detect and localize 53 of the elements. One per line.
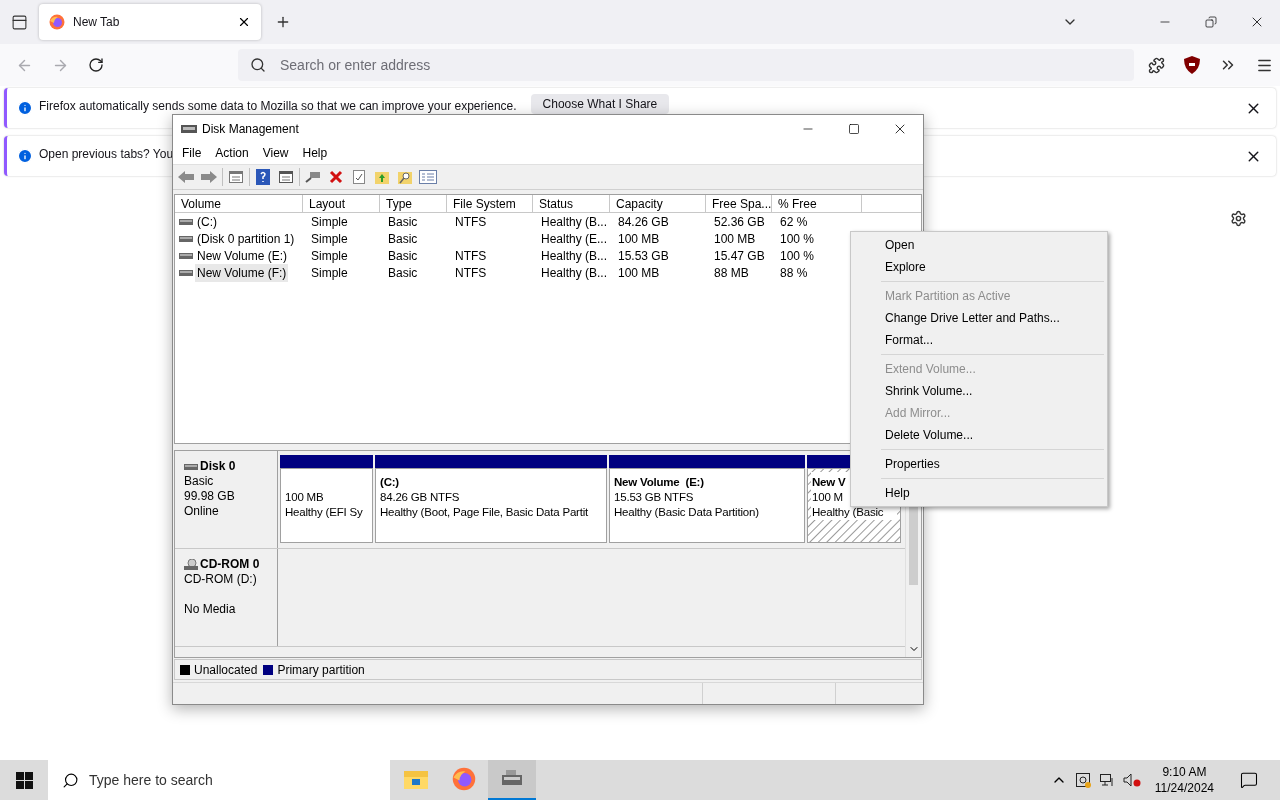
table-cell-text: Basic: [387, 230, 419, 248]
legend-label: Primary partition: [277, 661, 365, 679]
partition-size: 15.53 GB NTFS: [614, 490, 695, 506]
table-cell-text: NTFS: [454, 247, 488, 265]
table-cell-text: 100 MB: [617, 264, 661, 282]
disk-type: CD-ROM (D:): [184, 572, 258, 588]
table-cell-text: 15.47 GB: [713, 247, 766, 265]
table-cell-text: Basic: [387, 264, 419, 282]
disk-status: Online: [184, 504, 220, 520]
table-cell-text: 15.53 GB: [617, 247, 670, 265]
partition-status: Healthy (EFI Sy: [285, 505, 364, 521]
partition-label: New V: [812, 475, 847, 491]
table-cell-text: New Volume (E:): [196, 247, 289, 265]
table-cell-text: Simple: [310, 247, 349, 265]
table-cell-text: Simple: [310, 264, 349, 282]
table-cell-text: 62 %: [779, 213, 809, 231]
partition-size: 100 MB: [285, 490, 325, 506]
table-cell-text: NTFS: [454, 213, 488, 231]
disk-status: No Media: [184, 602, 237, 618]
table-cell-text: 100 MB: [617, 230, 661, 248]
disk-size: 99.98 GB: [184, 489, 236, 505]
table-cell-text: Simple: [310, 230, 349, 248]
disk-name: CD-ROM 0: [200, 557, 260, 573]
notification-text: Firefox automatically sends some data to Mozilla so that we can improve your experience.: [39, 99, 517, 113]
partition-label: (C:): [380, 475, 400, 491]
partition-size: 84.26 GB NTFS: [380, 490, 461, 506]
partition-status: Healthy (Boot, Page File, Basic Data Partit: [380, 505, 590, 521]
disk-type: Basic: [184, 474, 215, 490]
table-cell-text: (C:): [196, 213, 218, 231]
table-cell: New Volume (F:): [195, 263, 289, 282]
table-cell-text: 100 MB: [713, 230, 757, 248]
table-cell-text: NTFS: [454, 264, 488, 282]
table-cell-text: 84.26 GB: [617, 213, 670, 231]
partition-label: New Volume (E:): [614, 475, 705, 491]
partition-status: Healthy (Basic: [812, 505, 885, 521]
legend-label: Unallocated: [194, 661, 258, 679]
table-cell-text: Simple: [310, 213, 349, 231]
table-cell-text: 100 %: [779, 247, 816, 265]
table-cell-text: Basic: [387, 213, 419, 231]
table-cell-text: Healthy (B...: [540, 247, 609, 265]
table-cell-text: (Disk 0 partition 1): [196, 230, 296, 248]
table-cell-text: Healthy (E...: [540, 230, 609, 248]
partition-status: Healthy (Basic Data Partition): [614, 505, 760, 521]
table-cell-text: Healthy (B...: [540, 264, 609, 282]
table-cell-text: 52.36 GB: [713, 213, 766, 231]
table-cell-text: Basic: [387, 247, 419, 265]
notification-text: Open previous tabs? You: [39, 147, 174, 161]
disk-name: Disk 0: [200, 459, 236, 475]
window-title: Disk Management: [202, 121, 299, 138]
table-cell-text: 88 %: [779, 264, 809, 282]
table-cell-text: Healthy (B...: [540, 213, 609, 231]
table-cell-text: 88 MB: [713, 264, 750, 282]
table-cell-text: 100 %: [779, 230, 816, 248]
